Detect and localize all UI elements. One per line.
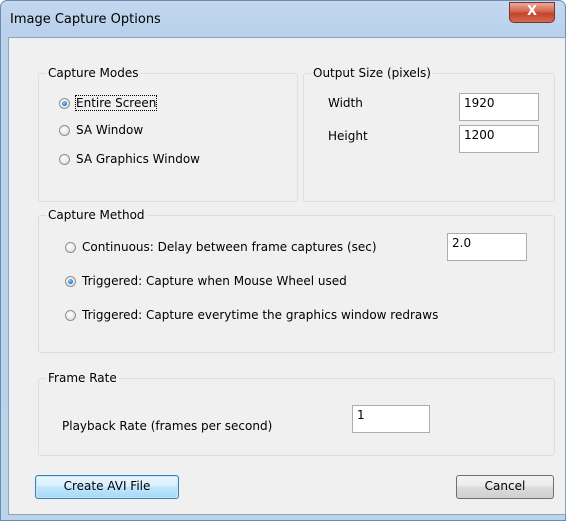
- frame-rate-legend: Frame Rate: [46, 371, 119, 385]
- capture-mode-entire-screen[interactable]: Entire Screen: [59, 95, 158, 111]
- playback-rate-input[interactable]: 1: [352, 405, 430, 433]
- playback-rate-label: Playback Rate (frames per second): [62, 419, 273, 433]
- title-bar[interactable]: Image Capture Options X: [1, 1, 565, 37]
- capture-modes-group: Capture Modes Entire Screen SA Window SA…: [38, 66, 298, 202]
- radio-triggered-redraw[interactable]: [65, 309, 76, 321]
- capture-method-legend: Capture Method: [46, 208, 147, 222]
- method-triggered-redraw[interactable]: Triggered: Capture everytime the graphic…: [65, 308, 438, 322]
- triggered-mouse-wheel-label: Triggered: Capture when Mouse Wheel used: [82, 274, 347, 288]
- width-label: Width: [328, 96, 363, 110]
- close-button[interactable]: X: [509, 2, 555, 23]
- width-input[interactable]: 1920: [459, 93, 539, 121]
- triggered-redraw-label: Triggered: Capture everytime the graphic…: [82, 308, 439, 322]
- window-title: Image Capture Options: [10, 12, 161, 27]
- height-label: Height: [328, 129, 368, 143]
- output-size-group: Output Size (pixels) Width 1920 Height 1…: [303, 66, 555, 202]
- frame-rate-group: Frame Rate Playback Rate (frames per sec…: [38, 371, 555, 456]
- dialog-window: Image Capture Options X Capture Modes En…: [0, 0, 566, 521]
- create-avi-file-button[interactable]: Create AVI File: [35, 475, 179, 499]
- radio-triggered-mouse-wheel[interactable]: [65, 275, 76, 287]
- capture-modes-legend: Capture Modes: [46, 66, 141, 80]
- sa-graphics-window-label: SA Graphics Window: [76, 152, 200, 166]
- entire-screen-label: Entire Screen: [74, 95, 158, 111]
- radio-sa-window[interactable]: [59, 124, 70, 136]
- continuous-label: Continuous: Delay between frame captures…: [82, 240, 377, 254]
- height-input[interactable]: 1200: [459, 125, 539, 153]
- capture-method-group: Capture Method Continuous: Delay between…: [38, 208, 555, 353]
- output-size-legend: Output Size (pixels): [311, 66, 433, 80]
- cancel-button[interactable]: Cancel: [456, 475, 554, 499]
- dialog-client-area: Capture Modes Entire Screen SA Window SA…: [8, 37, 566, 515]
- radio-entire-screen[interactable]: [59, 97, 70, 109]
- method-continuous[interactable]: Continuous: Delay between frame captures…: [65, 240, 377, 254]
- capture-mode-sa-window[interactable]: SA Window: [59, 123, 143, 137]
- delay-input[interactable]: 2.0: [447, 233, 527, 261]
- capture-mode-sa-graphics-window[interactable]: SA Graphics Window: [59, 152, 200, 166]
- method-triggered-mouse-wheel[interactable]: Triggered: Capture when Mouse Wheel used: [65, 274, 347, 288]
- sa-window-label: SA Window: [76, 123, 144, 137]
- radio-continuous[interactable]: [65, 241, 76, 253]
- close-icon: X: [526, 4, 538, 19]
- radio-sa-graphics-window[interactable]: [59, 153, 70, 165]
